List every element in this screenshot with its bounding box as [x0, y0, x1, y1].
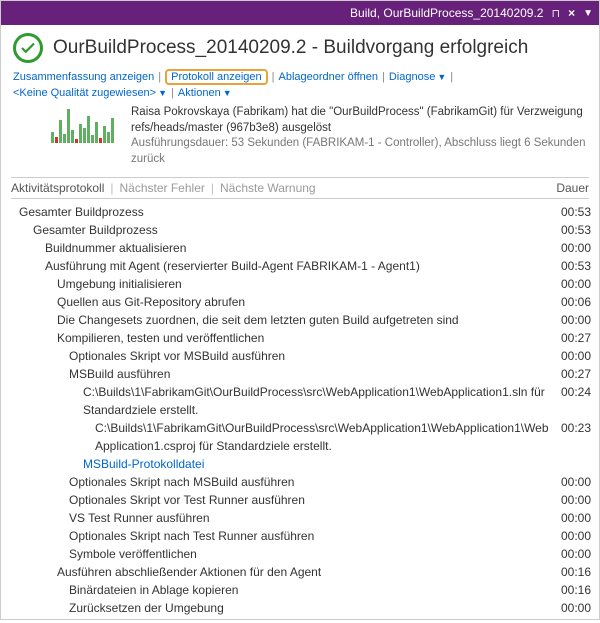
log-row: Gesamter Buildprozess00:53 [5, 203, 599, 221]
menu-arrow-icon[interactable]: ▼ [583, 8, 593, 19]
link-bar: Zusammenfassung anzeigen | Protokoll anz… [1, 67, 599, 103]
log-duration: 00:16 [557, 563, 599, 581]
log-duration: 00:00 [557, 311, 599, 329]
log-duration: 00:23 [557, 419, 599, 455]
log-row: Optionales Skript vor Test Runner ausfüh… [5, 491, 599, 509]
diagnostics-link[interactable]: Diagnose▼ [389, 71, 446, 83]
activity-log[interactable]: Gesamter Buildprozess00:53Gesamter Build… [1, 203, 599, 623]
activity-log-label: Aktivitätsprotokoll [11, 181, 104, 195]
log-row: Die Changesets zuordnen, die seit dem le… [5, 311, 599, 329]
log-text: C:\Builds\1\FabrikamGit\OurBuildProcess\… [5, 383, 557, 419]
build-summary: Raisa Pokrovskaya (Fabrikam) hat die "Ou… [1, 103, 599, 173]
log-text: Optionales Skript nach Test Runner ausfü… [5, 527, 557, 545]
log-row: MSBuild ausführen00:27 [5, 365, 599, 383]
window-titlebar: Build, OurBuildProcess_20140209.2 ⊓ × ▼ [1, 1, 599, 25]
log-row: Symbole veröffentlichen00:00 [5, 545, 599, 563]
log-text: Gesamter Buildprozess [5, 203, 557, 221]
log-text: C:\Builds\1\FabrikamGit\OurBuildProcess\… [5, 419, 557, 455]
quality-link[interactable]: <Keine Qualität zugewiesen>▼ [13, 87, 167, 99]
log-duration: 00:53 [557, 257, 599, 275]
summary-text: Raisa Pokrovskaya (Fabrikam) hat die "Ou… [131, 105, 587, 167]
log-row: Optionales Skript nach Test Runner ausfü… [5, 527, 599, 545]
pin-icon[interactable]: ⊓ [551, 7, 560, 20]
log-duration: 00:00 [557, 239, 599, 257]
build-header: OurBuildProcess_20140209.2 - Buildvorgan… [1, 25, 599, 67]
log-row: Quellen aus Git-Repository abrufen00:06 [5, 293, 599, 311]
chevron-down-icon: ▼ [437, 72, 446, 82]
log-section-header: Aktivitätsprotokoll | Nächster Fehler | … [11, 177, 589, 199]
log-duration: 00:27 [557, 365, 599, 383]
log-row: Binärdateien in Ablage kopieren00:16 [5, 581, 599, 599]
log-row: Buildnummer aktualisieren00:00 [5, 239, 599, 257]
next-error-link[interactable]: Nächster Fehler [120, 181, 205, 195]
log-text: Zurücksetzen der Umgebung [5, 599, 557, 617]
log-duration: 00:53 [557, 221, 599, 239]
log-duration: 00:00 [557, 473, 599, 491]
log-row: Kompilieren, testen und veröffentlichen0… [5, 329, 599, 347]
log-row: Ausführen abschließender Aktionen für de… [5, 563, 599, 581]
log-text: Umgebung initialisieren [5, 275, 557, 293]
log-duration: 00:53 [557, 203, 599, 221]
duration-label: Dauer [556, 181, 589, 195]
page-title: OurBuildProcess_20140209.2 - Buildvorgan… [53, 37, 528, 59]
log-row: VS Test Runner ausführen00:00 [5, 509, 599, 527]
next-warning-link[interactable]: Nächste Warnung [220, 181, 316, 195]
log-row: C:\Builds\1\FabrikamGit\OurBuildProcess\… [5, 383, 599, 419]
log-duration: 00:00 [557, 527, 599, 545]
log-row: Optionales Skript nach MSBuild ausführen… [5, 473, 599, 491]
log-row: Gesamter Buildprozess00:53 [5, 221, 599, 239]
log-duration: 00:00 [557, 491, 599, 509]
summary-line-1: Raisa Pokrovskaya (Fabrikam) hat die "Ou… [131, 105, 587, 136]
log-row: Optionales Skript vor MSBuild ausführen0… [5, 347, 599, 365]
log-text: MSBuild ausführen [5, 365, 557, 383]
log-duration: 00:00 [557, 509, 599, 527]
close-icon[interactable]: × [568, 6, 575, 20]
log-duration: 00:00 [557, 599, 599, 617]
open-drop-link[interactable]: Ablageordner öffnen [278, 71, 378, 83]
log-text: Gesamter Buildprozess [5, 221, 557, 239]
log-text: Buildnummer aktualisieren [5, 239, 557, 257]
log-row: C:\Builds\1\FabrikamGit\OurBuildProcess\… [5, 419, 599, 455]
log-row: Umgebung initialisieren00:00 [5, 275, 599, 293]
log-duration: 00:06 [557, 293, 599, 311]
log-text[interactable]: MSBuild-Protokolldatei [5, 455, 557, 473]
summary-line-2: Ausführungsdauer: 53 Sekunden (FABRIKAM-… [131, 136, 587, 167]
sparkline-chart [51, 105, 121, 143]
log-text: VS Test Runner ausführen [5, 509, 557, 527]
success-icon [13, 33, 43, 63]
show-summary-link[interactable]: Zusammenfassung anzeigen [13, 71, 154, 83]
actions-link[interactable]: Aktionen▼ [178, 87, 232, 99]
log-text: Ausführung mit Agent (reservierter Build… [5, 257, 557, 275]
log-text: Binärdateien in Ablage kopieren [5, 581, 557, 599]
log-text: Symbole veröffentlichen [5, 545, 557, 563]
show-log-link[interactable]: Protokoll anzeigen [171, 71, 262, 83]
chevron-down-icon: ▼ [158, 88, 167, 98]
log-row: Ausführung mit Agent (reservierter Build… [5, 257, 599, 275]
log-duration: 00:16 [557, 581, 599, 599]
chevron-down-icon: ▼ [223, 88, 232, 98]
log-text: Kompilieren, testen und veröffentlichen [5, 329, 557, 347]
log-text: Die Changesets zuordnen, die seit dem le… [5, 311, 557, 329]
log-text: Optionales Skript vor MSBuild ausführen [5, 347, 557, 365]
log-duration: 00:24 [557, 383, 599, 419]
log-text: Ausführen abschließender Aktionen für de… [5, 563, 557, 581]
msbuild-log-link[interactable]: MSBuild-Protokolldatei [83, 457, 204, 471]
log-duration: 00:00 [557, 275, 599, 293]
log-row: MSBuild-Protokolldatei [5, 455, 599, 473]
log-text: Optionales Skript nach MSBuild ausführen [5, 473, 557, 491]
log-duration [557, 455, 599, 473]
titlebar-text: Build, OurBuildProcess_20140209.2 [350, 6, 543, 20]
log-text: Quellen aus Git-Repository abrufen [5, 293, 557, 311]
log-row: Zurücksetzen der Umgebung00:00 [5, 599, 599, 617]
log-text: Optionales Skript vor Test Runner ausfüh… [5, 491, 557, 509]
log-duration: 00:00 [557, 347, 599, 365]
log-duration: 00:00 [557, 545, 599, 563]
log-duration: 00:27 [557, 329, 599, 347]
